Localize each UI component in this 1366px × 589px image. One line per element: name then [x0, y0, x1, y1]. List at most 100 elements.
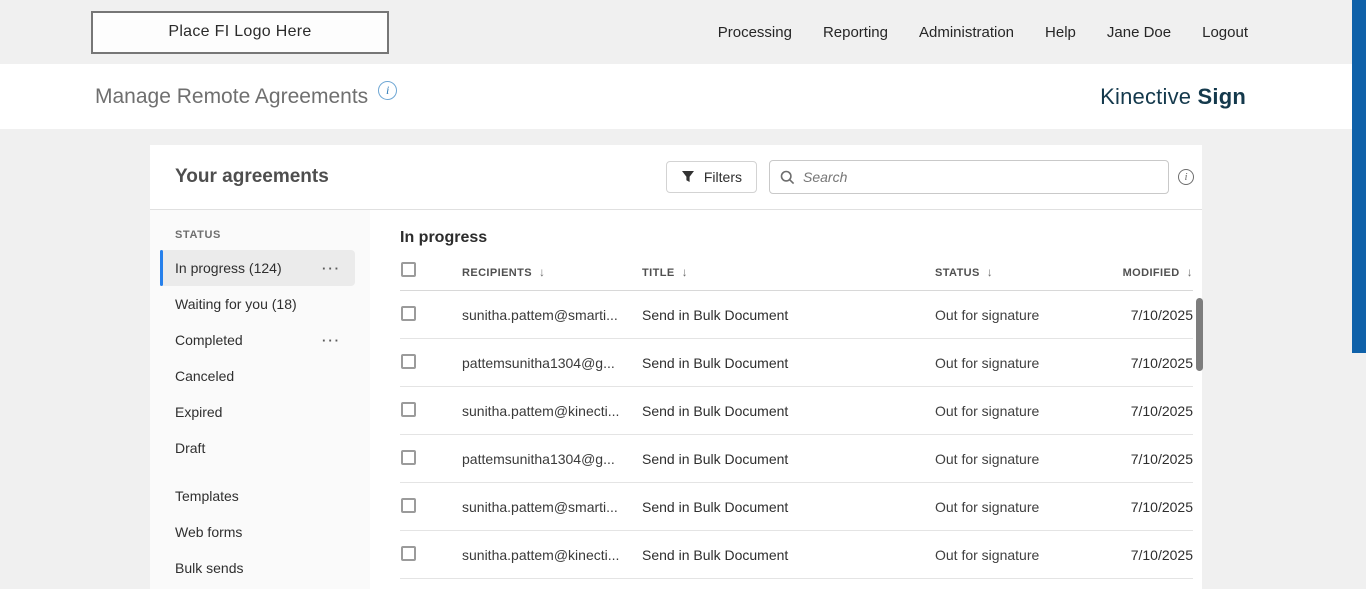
row-checkbox[interactable] — [401, 401, 416, 417]
cell-title: Send in Bulk Document — [642, 498, 789, 515]
column-label: STATUS — [935, 266, 980, 279]
cell-title: Send in Bulk Document — [642, 546, 789, 563]
sidebar-item-label: Expired — [175, 404, 223, 420]
filters-button-label: Filters — [703, 169, 742, 185]
top-navigation: Processing Reporting Administration Help… — [718, 24, 1248, 41]
sidebar-group-divider — [150, 466, 370, 478]
cell-modified: 7/10/2025 — [1130, 450, 1193, 467]
fi-logo-text: Place FI Logo Here — [168, 23, 312, 40]
row-checkbox[interactable] — [401, 449, 416, 465]
sort-desc-icon[interactable]: ↓ — [1187, 265, 1193, 279]
page-content-area: Your agreements Filters i STATUS — [0, 129, 1366, 589]
sidebar-library-item[interactable]: Templates — [160, 478, 355, 514]
table-row[interactable]: pattemsunitha1304@g... Send in Bulk Docu… — [400, 339, 1193, 387]
column-label: TITLE — [642, 266, 675, 279]
row-checkbox[interactable] — [401, 353, 416, 369]
column-header-recipients[interactable]: RECIPIENTS ↓ — [462, 265, 642, 279]
sidebar-library-item[interactable]: Web forms — [160, 514, 355, 550]
table-row[interactable]: sunitha.pattem@smarti... Send in Bulk Do… — [400, 483, 1193, 531]
sidebar-status-item[interactable]: In progress (124) ··· — [160, 250, 355, 286]
row-checkbox-cell — [400, 353, 462, 372]
agreements-table-area: In progress RECIPIENTS ↓ TITLE ↓ STATUS ↓ — [370, 210, 1202, 589]
panel-info-icon[interactable]: i — [1178, 169, 1194, 185]
sidebar-item-label: Bulk sends — [175, 560, 244, 576]
cell-title: Send in Bulk Document — [642, 306, 789, 323]
cell-status: Out for signature — [935, 498, 1040, 515]
overflow-menu-icon[interactable]: ··· — [322, 333, 341, 348]
column-header-title[interactable]: TITLE ↓ — [642, 265, 935, 279]
browser-scrollbar-thumb[interactable] — [1352, 0, 1366, 353]
table-row[interactable]: sunitha.pattem@kinecti... Send in Bulk D… — [400, 387, 1193, 435]
top-bar: Place FI Logo Here Processing Reporting … — [0, 0, 1366, 64]
panel-body: STATUS In progress (124) ··· Waiting for… — [150, 210, 1202, 589]
sidebar-item-label: In progress (124) — [175, 260, 282, 276]
table-scrollbar-thumb[interactable] — [1196, 298, 1203, 371]
row-checkbox-cell — [400, 305, 462, 324]
row-checkbox[interactable] — [401, 545, 416, 561]
row-checkbox-cell — [400, 401, 462, 420]
row-checkbox[interactable] — [401, 305, 416, 321]
column-header-modified[interactable]: MODIFIED ↓ — [1122, 265, 1193, 279]
sidebar-status-item[interactable]: Expired ··· — [160, 394, 355, 430]
row-checkbox-cell — [400, 449, 462, 468]
table-header-row: RECIPIENTS ↓ TITLE ↓ STATUS ↓ MODIFIED ↓ — [400, 253, 1193, 291]
row-checkbox-cell — [400, 497, 462, 516]
cell-recipients: sunitha.pattem@smarti... — [462, 306, 618, 323]
sort-desc-icon[interactable]: ↓ — [682, 265, 688, 279]
sidebar-status-item[interactable]: Draft ··· — [160, 430, 355, 466]
brand-bold: Sign — [1197, 83, 1246, 109]
sidebar-item-label: Completed — [175, 332, 243, 348]
top-nav-item[interactable]: Administration — [919, 24, 1014, 41]
page-info-icon[interactable]: i — [378, 81, 398, 100]
cell-status: Out for signature — [935, 354, 1040, 371]
filter-icon — [681, 170, 695, 184]
row-checkbox[interactable] — [401, 497, 416, 513]
status-sidebar: STATUS In progress (124) ··· Waiting for… — [150, 210, 370, 589]
column-label: RECIPIENTS — [462, 266, 533, 279]
cell-title: Send in Bulk Document — [642, 354, 789, 371]
sidebar-status-item[interactable]: Waiting for you (18) ··· — [160, 286, 355, 322]
sidebar-item-label: Canceled — [175, 368, 235, 384]
status-section-label: STATUS — [175, 229, 221, 241]
cell-status: Out for signature — [935, 450, 1040, 467]
sort-desc-icon[interactable]: ↓ — [539, 265, 545, 279]
agreements-panel: Your agreements Filters i STATUS — [150, 145, 1203, 589]
top-nav-item[interactable]: Processing — [718, 24, 792, 41]
select-all-checkbox[interactable] — [401, 261, 416, 277]
sidebar-item-label: Web forms — [175, 524, 243, 540]
library-list: Templates Web forms Bulk sends — [150, 478, 370, 586]
sidebar-status-item[interactable]: Canceled ··· — [160, 358, 355, 394]
sidebar-library-item[interactable]: Bulk sends — [160, 550, 355, 586]
top-nav-item[interactable]: Logout — [1202, 24, 1248, 41]
filters-button[interactable]: Filters — [665, 161, 757, 193]
top-nav-item[interactable]: Help — [1045, 24, 1076, 41]
top-nav-item[interactable]: Reporting — [823, 24, 888, 41]
cell-status: Out for signature — [935, 402, 1040, 419]
panel-header: Your agreements Filters i — [150, 145, 1202, 210]
top-nav-item[interactable]: Jane Doe — [1107, 24, 1171, 41]
cell-modified: 7/10/2025 — [1130, 498, 1193, 515]
table-row[interactable]: sunitha.pattem@smarti... Send in Bulk Do… — [400, 291, 1193, 339]
page-title: Manage Remote Agreements — [95, 84, 369, 108]
overflow-menu-icon[interactable]: ··· — [322, 261, 341, 276]
browser-scrollbar[interactable] — [1352, 0, 1366, 589]
sidebar-item-label: Templates — [175, 488, 239, 504]
cell-recipients: pattemsunitha1304@g... — [462, 354, 615, 371]
search-input[interactable] — [803, 169, 1158, 185]
sidebar-item-label: Draft — [175, 440, 206, 456]
cell-title: Send in Bulk Document — [642, 402, 789, 419]
cell-recipients: sunitha.pattem@kinecti... — [462, 402, 620, 419]
sidebar-item-label: Waiting for you (18) — [175, 296, 297, 312]
sort-desc-icon[interactable]: ↓ — [987, 265, 993, 279]
table-row[interactable]: sunitha.pattem@kinecti... Send in Bulk D… — [400, 531, 1193, 579]
cell-recipients: sunitha.pattem@smarti... — [462, 498, 618, 515]
sidebar-status-item[interactable]: Completed ··· — [160, 322, 355, 358]
cell-title: Send in Bulk Document — [642, 450, 789, 467]
fi-logo-placeholder[interactable]: Place FI Logo Here — [91, 10, 389, 54]
column-header-status[interactable]: STATUS ↓ — [935, 265, 1122, 279]
panel-title: Your agreements — [175, 166, 329, 187]
cell-modified: 7/10/2025 — [1130, 354, 1193, 371]
cell-status: Out for signature — [935, 306, 1040, 323]
kinective-sign-logo: Kinective Sign — [1100, 84, 1246, 110]
table-row[interactable]: pattemsunitha1304@g... Send in Bulk Docu… — [400, 435, 1193, 483]
